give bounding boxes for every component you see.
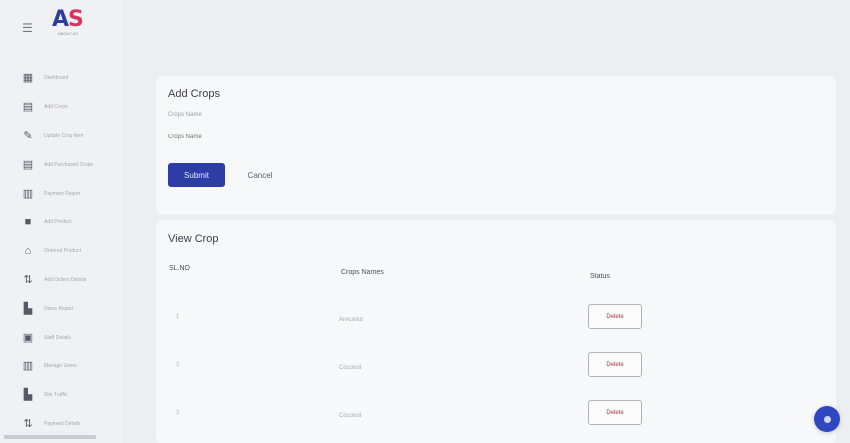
crops-name-label: Crops Name [168, 112, 202, 118]
view-crop-card: View Crop SL.NO Crops Names Status 1 Are… [156, 220, 836, 443]
chat-icon [823, 415, 831, 423]
sidebar-item-label: Add Purchased Crops [44, 161, 93, 168]
column-header-status: Status [590, 273, 610, 280]
menu-icon[interactable]: ☰ [22, 21, 36, 35]
square-icon: ■ [24, 216, 32, 229]
row-crop-name: Coconut [339, 365, 362, 371]
sidebar-item-add-purchased-crops[interactable]: ▤ Add Purchased Crops [22, 150, 122, 179]
table-row: 3 Coconut Delete [156, 400, 836, 440]
sidebar-item-label: Add Crops [44, 104, 68, 111]
sidebar-item-label: Update Crop Item [44, 132, 84, 139]
sidebar-item-users-report[interactable]: ▙ Users Report [22, 294, 122, 323]
sidebar-item-manage-users[interactable]: ▥ Manage Users [22, 352, 122, 381]
table-row: 1 Arecanut Delete [156, 304, 836, 344]
sidebar-item-payment-report[interactable]: ▥ Payment Report [22, 179, 122, 208]
bar-chart-icon: ▙ [23, 302, 33, 315]
id-card-icon: ▣ [22, 331, 34, 344]
table-icon: ▥ [22, 187, 34, 200]
delete-button[interactable]: Delete [588, 304, 642, 329]
sidebar-item-label: Add Orders Details [44, 276, 87, 283]
sidebar-item-add-product[interactable]: ■ Add Product [22, 208, 122, 237]
column-header-sl-no: SL.NO [169, 265, 191, 272]
table-icon: ▥ [22, 360, 34, 373]
row-crop-name: Arecanut [339, 317, 364, 323]
sidebar-item-label: Staff Details [44, 334, 71, 341]
tag-icon: ⌂ [24, 245, 32, 258]
sidebar-item-staff-details[interactable]: ▣ Staff Details [22, 323, 122, 352]
sidebar-item-label: Payment Details [44, 420, 81, 427]
sidebar-item-update-crop[interactable]: ✎ Update Crop Item [22, 122, 122, 151]
logo-mark: AS [52, 7, 84, 32]
grid-icon: ▦ [22, 72, 34, 85]
row-sl-no: 3 [176, 410, 180, 416]
document-icon: ▤ [22, 101, 34, 114]
sidebar-item-ordered-product[interactable]: ⌂ Ordered Product [22, 237, 122, 266]
row-crop-name: Coconut [339, 413, 362, 419]
cancel-button[interactable]: Cancel [240, 163, 280, 187]
add-crops-title: Add Crops [168, 88, 220, 100]
logo: AS ABOUT AS [52, 8, 100, 44]
sort-icon: ⇅ [23, 417, 33, 430]
sidebar-item-label: Manage Users [44, 363, 77, 370]
add-crops-card: Add Crops Crops Name Submit Cancel [156, 76, 836, 214]
sidebar: ☰ AS ABOUT AS ▦ Dashboard ▤ Add Crops ✎ … [0, 0, 122, 443]
row-sl-no: 1 [176, 314, 180, 320]
crops-name-input[interactable] [168, 128, 368, 146]
submit-button[interactable]: Submit [168, 163, 225, 187]
delete-button[interactable]: Delete [588, 400, 642, 425]
sidebar-item-label: Ordered Product [44, 248, 81, 255]
delete-button[interactable]: Delete [588, 352, 642, 377]
document-icon: ▤ [22, 158, 34, 171]
sidebar-nav: ▦ Dashboard ▤ Add Crops ✎ Update Crop It… [22, 64, 122, 438]
view-crop-title: View Crop [168, 233, 219, 245]
sidebar-item-site-traffic[interactable]: ▙ Site Traffic [22, 381, 122, 410]
sidebar-item-label: Add Product [44, 219, 72, 226]
sidebar-item-dashboard[interactable]: ▦ Dashboard [22, 64, 122, 93]
sidebar-item-add-crops[interactable]: ▤ Add Crops [22, 93, 122, 122]
sidebar-item-label: Users Report [44, 305, 74, 312]
column-header-crops-names: Crops Names [341, 269, 384, 276]
sidebar-scrollbar[interactable] [4, 435, 96, 439]
pencil-icon: ✎ [23, 129, 33, 142]
chat-fab-button[interactable] [814, 406, 840, 432]
sidebar-item-label: Site Traffic [44, 392, 68, 399]
sidebar-item-add-orders-details[interactable]: ⇅ Add Orders Details [22, 266, 122, 295]
sidebar-item-label: Dashboard [44, 75, 69, 82]
table-row: 2 Coconut Delete [156, 352, 836, 392]
sort-icon: ⇅ [23, 273, 33, 286]
sidebar-item-label: Payment Report [44, 190, 81, 197]
row-sl-no: 2 [176, 362, 180, 368]
bar-chart-icon: ▙ [23, 389, 33, 402]
